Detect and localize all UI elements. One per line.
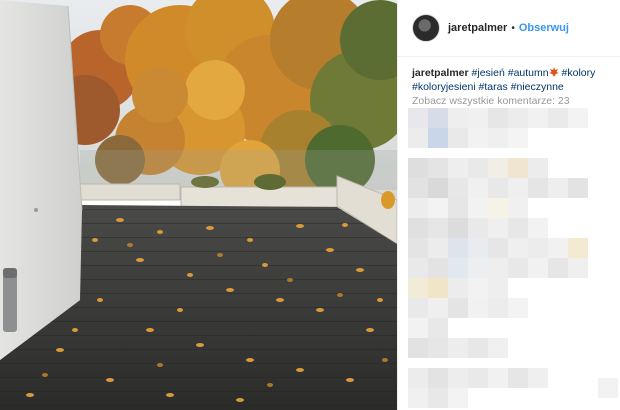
- hashtag-jesien[interactable]: #jesień: [472, 67, 505, 79]
- hashtag-kolory[interactable]: #kolory: [562, 67, 596, 79]
- post-caption: jaretpalmer #jesień #autumn #kolory #kol…: [398, 57, 620, 94]
- post-photo[interactable]: [0, 0, 397, 410]
- hashtag-koloryjesieni[interactable]: #koloryjesieni: [412, 81, 476, 93]
- separator-dot: •: [511, 22, 515, 34]
- instagram-post: jaretpalmer • Obserwuj jaretpalmer #jesi…: [0, 0, 620, 410]
- follow-button[interactable]: Obserwuj: [519, 22, 569, 34]
- maple-leaf-icon: [548, 67, 559, 77]
- autumn-terrace-photo: [0, 0, 397, 410]
- post-header: jaretpalmer • Obserwuj: [398, 0, 620, 57]
- avatar[interactable]: [412, 14, 440, 42]
- author-username[interactable]: jaretpalmer: [448, 22, 507, 34]
- post-side-panel: jaretpalmer • Obserwuj jaretpalmer #jesi…: [397, 0, 620, 410]
- pixelated-comments: [398, 100, 620, 410]
- hashtag-taras[interactable]: #taras: [479, 81, 508, 93]
- hashtag-nieczynne[interactable]: #nieczynne: [511, 81, 564, 93]
- caption-username[interactable]: jaretpalmer: [412, 67, 469, 79]
- hashtag-autumn[interactable]: #autumn: [508, 67, 549, 79]
- pixelation-mosaic: [408, 108, 618, 408]
